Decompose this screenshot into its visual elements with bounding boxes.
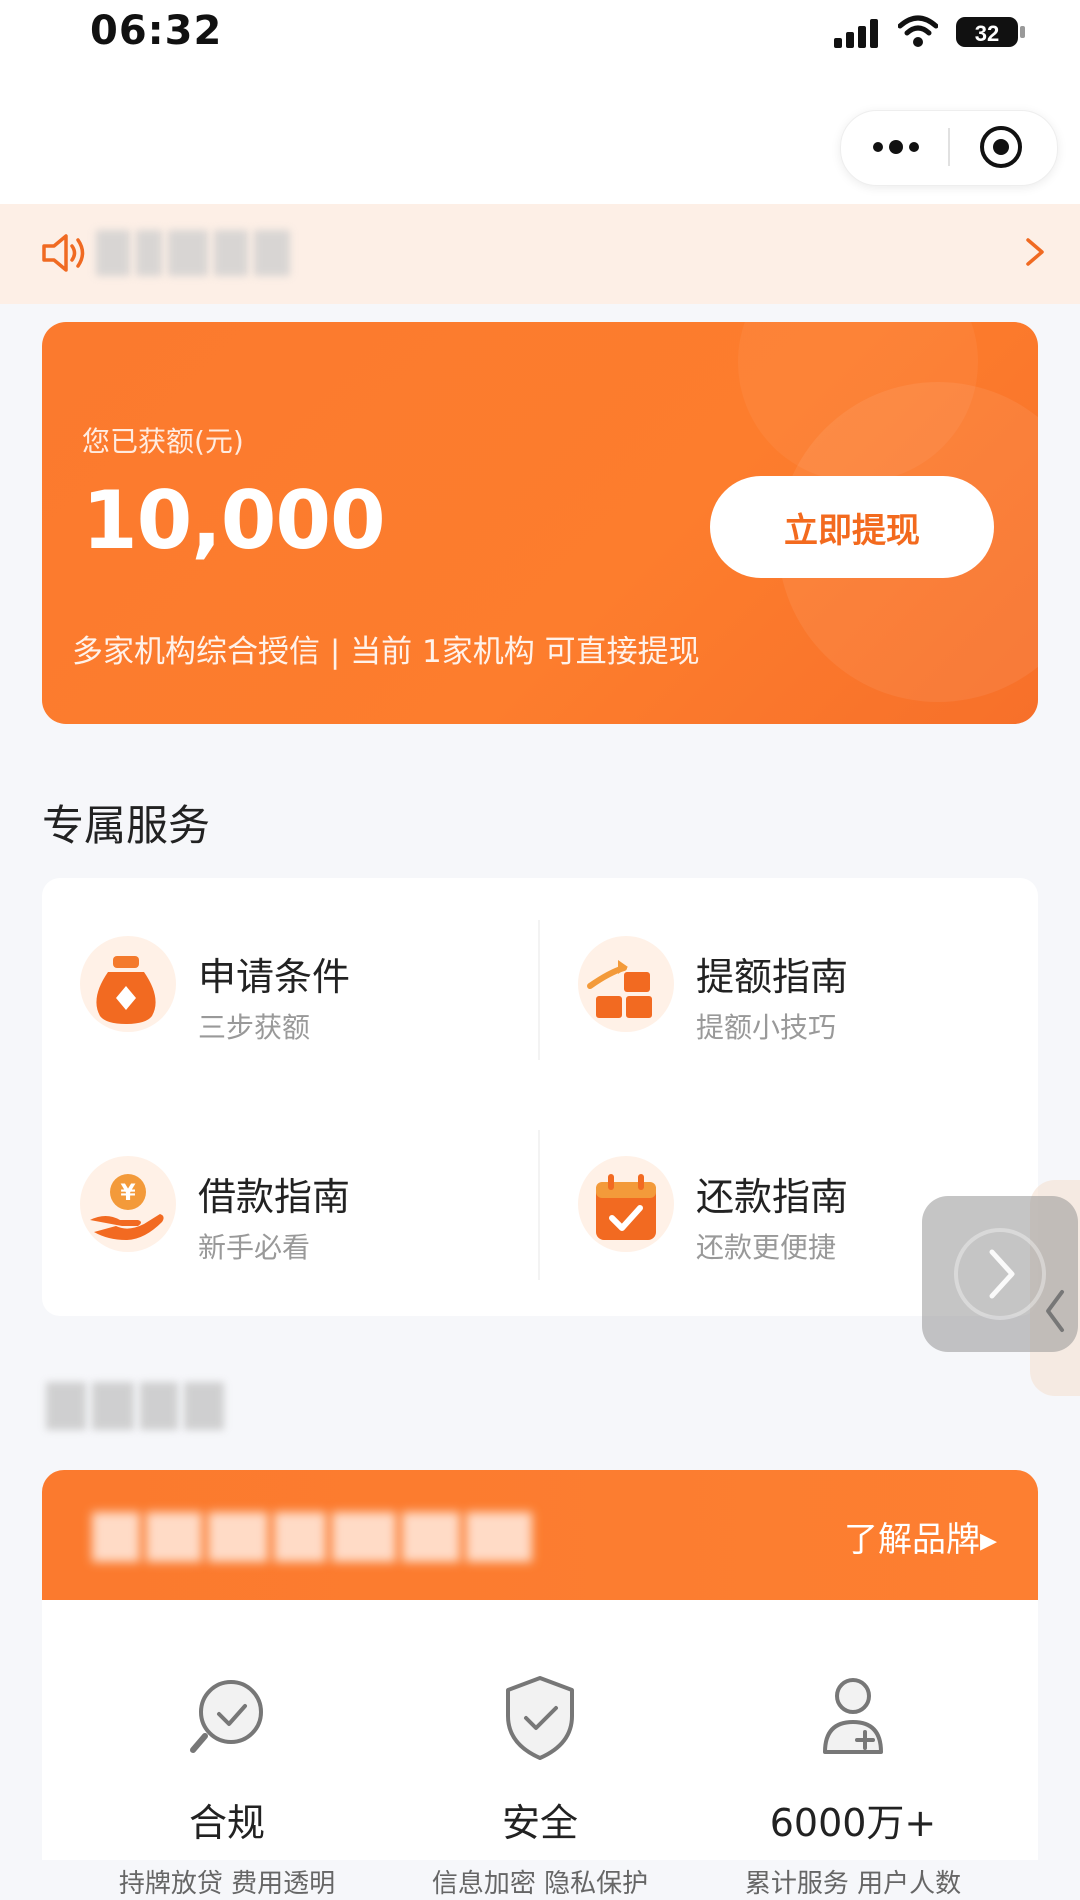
divider [538, 920, 540, 1060]
feature-subtitle: 持牌放贷 费用透明 [118, 1869, 336, 1899]
chevron-right-icon [954, 1228, 1046, 1320]
service-subtitle: 还款更便捷 [696, 1231, 837, 1264]
section-title-redacted [46, 1382, 230, 1430]
chevron-right-icon [1026, 238, 1044, 266]
feature-title: 6000万+ [769, 1801, 937, 1845]
brand-banner[interactable]: 了解品牌▸ [42, 1470, 1038, 1600]
service-subtitle: 新手必看 [198, 1231, 311, 1264]
user-add-icon [823, 1678, 883, 1754]
learn-brand-link[interactable]: 了解品牌▸ [844, 1512, 997, 1561]
credit-subtitle: 多家机构综合授信 | 当前 1家机构 可直接提现 [72, 634, 700, 670]
wifi-icon [898, 15, 938, 47]
hand-coin-icon: ¥ [80, 1156, 176, 1266]
growth-chart-icon [578, 936, 674, 1046]
feature-compliance: 合规 持牌放贷 费用透明 [77, 1672, 377, 1900]
speaker-icon [42, 234, 85, 272]
credit-caption: 您已获额(元) [82, 425, 244, 458]
feature-title: 安全 [501, 1801, 578, 1845]
service-title: 还款指南 [696, 1175, 849, 1219]
signal-icon [834, 19, 878, 48]
service-title: 借款指南 [198, 1175, 351, 1219]
svg-text:¥: ¥ [120, 1181, 136, 1206]
feature-security: 安全 信息加密 隐私保护 [390, 1672, 690, 1900]
close-miniprogram-icon[interactable] [978, 124, 1024, 170]
service-item-borrow-guide[interactable]: ¥ 借款指南 新手必看 [80, 1156, 520, 1296]
feature-subtitle: 累计服务 用户人数 [744, 1869, 962, 1899]
service-subtitle: 三步获额 [198, 1011, 311, 1044]
service-title: 提额指南 [696, 955, 849, 999]
chevron-left-icon [1046, 1290, 1064, 1332]
shield-check-icon [506, 1676, 574, 1760]
section-title-services: 专属服务 [42, 801, 211, 850]
feature-title: 合规 [188, 1801, 265, 1845]
feature-subtitle: 信息加密 隐私保护 [431, 1869, 649, 1899]
service-title: 申请条件 [198, 955, 351, 999]
money-bag-icon [80, 936, 176, 1046]
withdraw-button[interactable]: 立即提现 [710, 476, 994, 578]
feature-users: 6000万+ 累计服务 用户人数 [703, 1672, 1003, 1900]
more-icon[interactable] [866, 128, 926, 166]
credit-amount: 10,000 [82, 474, 386, 567]
credit-limit-card: 您已获额(元) 10,000 立即提现 多家机构综合授信 | 当前 1家机构 可… [42, 322, 1038, 724]
capsule-divider [948, 128, 950, 166]
battery-level: 32 [975, 21, 999, 46]
service-item-apply-conditions[interactable]: 申请条件 三步获额 [80, 936, 520, 1076]
service-subtitle: 提额小技巧 [696, 1011, 837, 1044]
service-item-limit-guide[interactable]: 提额指南 提额小技巧 [578, 936, 1018, 1076]
battery-icon: 32 [956, 17, 1025, 47]
notice-text-redacted [96, 230, 300, 276]
brand-text-redacted [92, 1512, 552, 1562]
calendar-check-icon [578, 1156, 674, 1266]
magnifier-check-icon [190, 1680, 263, 1753]
divider [538, 1130, 540, 1280]
status-time: 06:32 [90, 8, 223, 54]
